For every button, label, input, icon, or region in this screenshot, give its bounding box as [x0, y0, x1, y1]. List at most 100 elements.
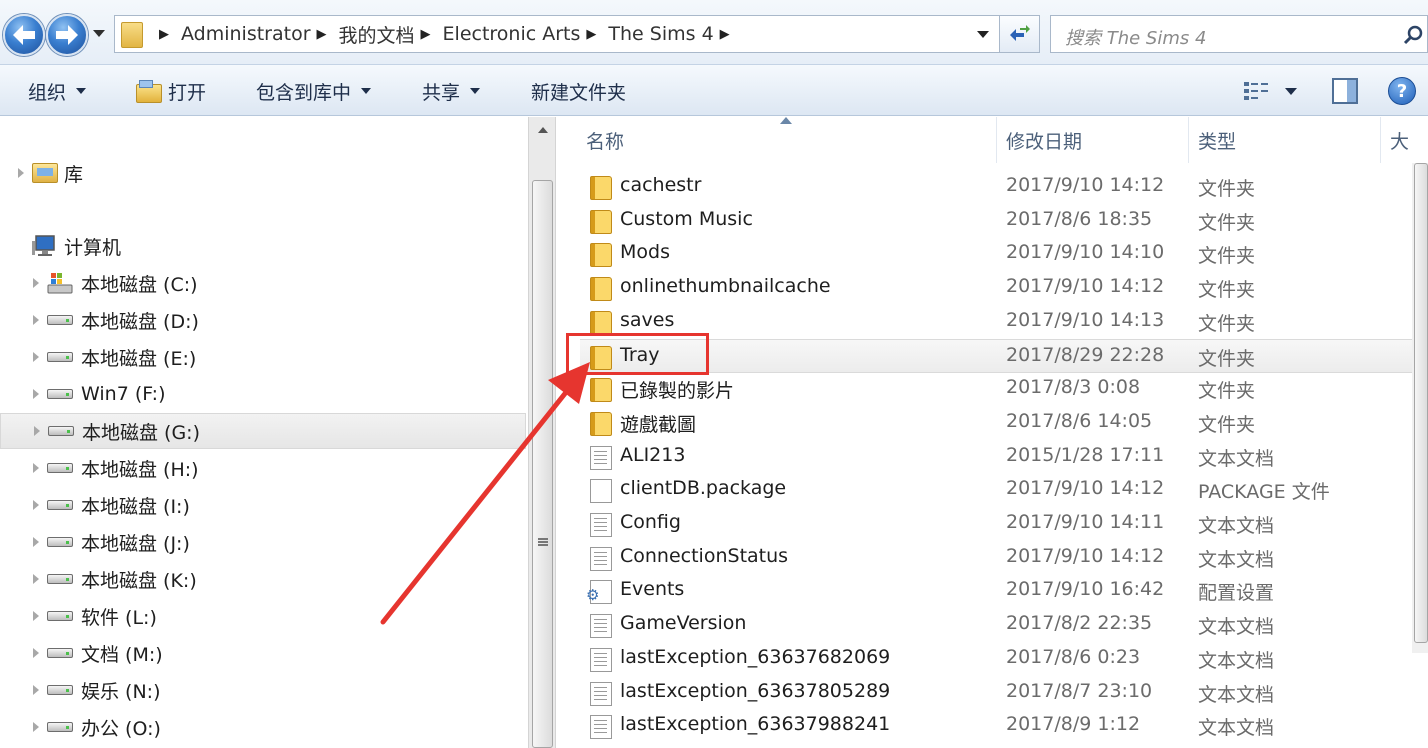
scrollbar-thumb[interactable] — [532, 180, 553, 748]
expand-icon[interactable] — [33, 685, 39, 695]
file-type: 文本文档 — [1198, 717, 1275, 740]
expand-icon[interactable] — [34, 426, 40, 436]
breadcrumb-item[interactable]: Electronic Arts — [443, 23, 581, 45]
column-divider[interactable] — [1188, 117, 1189, 163]
nav-item-drive[interactable]: 软件 (L:) — [0, 598, 526, 634]
organize-menu[interactable]: 组织 — [28, 65, 87, 117]
file-row[interactable]: Events 2017/9/10 16:42 配置设置 — [580, 574, 1414, 608]
column-header-type[interactable]: 类型 — [1198, 117, 1236, 163]
share-menu[interactable]: 共享 — [422, 65, 481, 117]
file-row[interactable]: 已錄製的影片 2017/8/3 0:08 文件夹 — [580, 372, 1414, 406]
text-file-icon — [590, 445, 612, 470]
folder-icon — [590, 310, 612, 335]
preview-pane-icon[interactable] — [1332, 78, 1358, 104]
file-type: 文本文档 — [1198, 515, 1275, 537]
address-history-dropdown[interactable] — [977, 31, 989, 38]
column-header-date[interactable]: 修改日期 — [1006, 117, 1082, 163]
collapse-icon[interactable] — [15, 242, 23, 250]
file-name: clientDB.package — [620, 477, 787, 500]
nav-item-drive[interactable]: 文档 (M:) — [0, 635, 526, 671]
file-row[interactable]: 遊戲截圖 2017/8/6 14:05 文件夹 — [580, 406, 1414, 440]
expand-icon[interactable] — [33, 315, 39, 325]
file-row[interactable]: onlinethumbnailcache 2017/9/10 14:12 文件夹 — [580, 271, 1414, 305]
nav-item-drive[interactable]: 本地磁盘 (E:) — [0, 339, 526, 375]
file-row[interactable]: lastException_63637805289 2017/8/7 23:10 文… — [580, 676, 1414, 710]
scroll-up-icon[interactable] — [538, 127, 548, 133]
breadcrumb-chevron-icon[interactable]: ▶ — [586, 27, 596, 42]
file-modified-date: 2017/8/29 22:28 — [1006, 343, 1165, 366]
help-icon[interactable]: ? — [1388, 77, 1416, 105]
nav-item-drive[interactable]: 本地磁盘 (G:) — [0, 413, 526, 449]
expand-icon[interactable] — [33, 722, 39, 732]
include-in-library-menu[interactable]: 包含到库中 — [256, 65, 372, 117]
expand-icon[interactable] — [33, 352, 39, 362]
nav-item-drive[interactable]: 本地磁盘 (K:) — [0, 561, 526, 597]
nav-item-drive[interactable]: 本地磁盘 (D:) — [0, 302, 526, 338]
expand-icon[interactable] — [33, 389, 39, 399]
breadcrumb-item[interactable]: Administrator — [181, 23, 311, 45]
file-row[interactable]: clientDB.package 2017/9/10 14:12 PACKAGE 文… — [580, 473, 1414, 507]
view-options-dropdown[interactable] — [1285, 88, 1297, 95]
column-divider[interactable] — [996, 117, 997, 163]
back-button[interactable] — [3, 14, 45, 56]
expand-icon[interactable] — [18, 168, 24, 178]
file-modified-date: 2017/9/10 16:42 — [1006, 578, 1165, 601]
nav-item-drive[interactable]: 办公 (O:) — [0, 709, 526, 745]
file-row[interactable]: Config 2017/9/10 14:11 文本文档 — [580, 507, 1414, 541]
nav-item-drive[interactable]: 本地磁盘 (I:) — [0, 487, 526, 523]
breadcrumb-chevron-icon[interactable]: ▶ — [421, 27, 431, 42]
new-folder-button[interactable]: 新建文件夹 — [531, 65, 626, 117]
nav-item-drive[interactable]: 本地磁盘 (C:) — [0, 265, 526, 301]
breadcrumb-chevron-icon[interactable]: ▶ — [720, 27, 730, 42]
refresh-button[interactable] — [1000, 15, 1040, 53]
nav-item-drive[interactable]: 本地磁盘 (H:) — [0, 450, 526, 486]
column-header-size[interactable]: 大 — [1390, 117, 1409, 163]
file-row[interactable]: cachestr 2017/9/10 14:12 文件夹 — [580, 170, 1414, 204]
address-field[interactable]: ▶ Administrator ▶ 我的文档 ▶ Electronic Arts ▶ The … — [114, 15, 1000, 53]
expand-icon[interactable] — [33, 537, 39, 547]
search-icon[interactable] — [1403, 24, 1425, 46]
file-row[interactable]: lastException_63637988241 2017/8/9 1:12 文本… — [580, 709, 1414, 743]
file-list-scrollbar[interactable] — [1412, 163, 1428, 653]
navigation-pane-scrollbar[interactable] — [528, 117, 556, 748]
nav-item-drive[interactable]: Win7 (F:) — [0, 376, 526, 412]
forward-button[interactable] — [46, 14, 88, 56]
breadcrumb-item[interactable]: The Sims 4 — [608, 23, 713, 45]
file-row[interactable]: ConnectionStatus 2017/9/10 14:12 文本文档 — [580, 541, 1414, 575]
column-header-name[interactable]: 名称 — [586, 117, 624, 163]
expand-icon[interactable] — [33, 278, 39, 288]
nav-item-label: 软件 (L:) — [81, 606, 157, 629]
computer-icon — [32, 235, 55, 256]
breadcrumb-item[interactable]: 我的文档 — [339, 21, 415, 48]
expand-icon[interactable] — [33, 648, 39, 658]
file-row[interactable]: ALI213 2015/1/28 17:11 文本文档 — [580, 440, 1414, 474]
file-type: 文件夹 — [1198, 312, 1256, 335]
file-row[interactable]: lastException_63637682069 2017/8/6 0:23 文本… — [580, 642, 1414, 676]
nav-item-computer[interactable]: 计算机 — [0, 228, 526, 264]
expand-icon[interactable] — [33, 463, 39, 473]
file-row[interactable]: Custom Music 2017/8/6 18:35 文件夹 — [580, 204, 1414, 238]
search-input[interactable]: 搜索 The Sims 4 — [1050, 15, 1428, 53]
column-divider[interactable] — [1380, 117, 1381, 163]
breadcrumb-chevron-icon[interactable]: ▶ — [317, 27, 327, 42]
file-row[interactable]: GameVersion 2017/8/2 22:35 文本文档 — [580, 608, 1414, 642]
breadcrumb-chevron-icon[interactable]: ▶ — [159, 27, 169, 42]
file-type: 文件夹 — [1198, 279, 1256, 302]
nav-item-label: 计算机 — [64, 236, 122, 259]
nav-item-drive[interactable]: 娱乐 (N:) — [0, 672, 526, 708]
scrollbar-thumb[interactable] — [1414, 163, 1428, 643]
expand-icon[interactable] — [33, 611, 39, 621]
nav-item-drive[interactable]: 本地磁盘 (J:) — [0, 524, 526, 560]
file-type: 文本文档 — [1198, 649, 1275, 672]
file-modified-date: 2017/8/6 14:05 — [1006, 409, 1153, 432]
expand-icon[interactable] — [33, 500, 39, 510]
file-name: 已錄製的影片 — [620, 380, 735, 403]
file-row[interactable]: Mods 2017/9/10 14:10 文件夹 — [580, 237, 1414, 271]
recent-pages-dropdown[interactable] — [93, 30, 105, 37]
expand-icon[interactable] — [33, 574, 39, 584]
open-button[interactable]: 打开 — [136, 65, 206, 117]
change-view-icon[interactable] — [1243, 80, 1271, 102]
nav-item-library[interactable]: 库 — [0, 155, 526, 191]
file-modified-date: 2017/9/10 14:12 — [1006, 477, 1165, 500]
folder-icon — [590, 277, 612, 302]
